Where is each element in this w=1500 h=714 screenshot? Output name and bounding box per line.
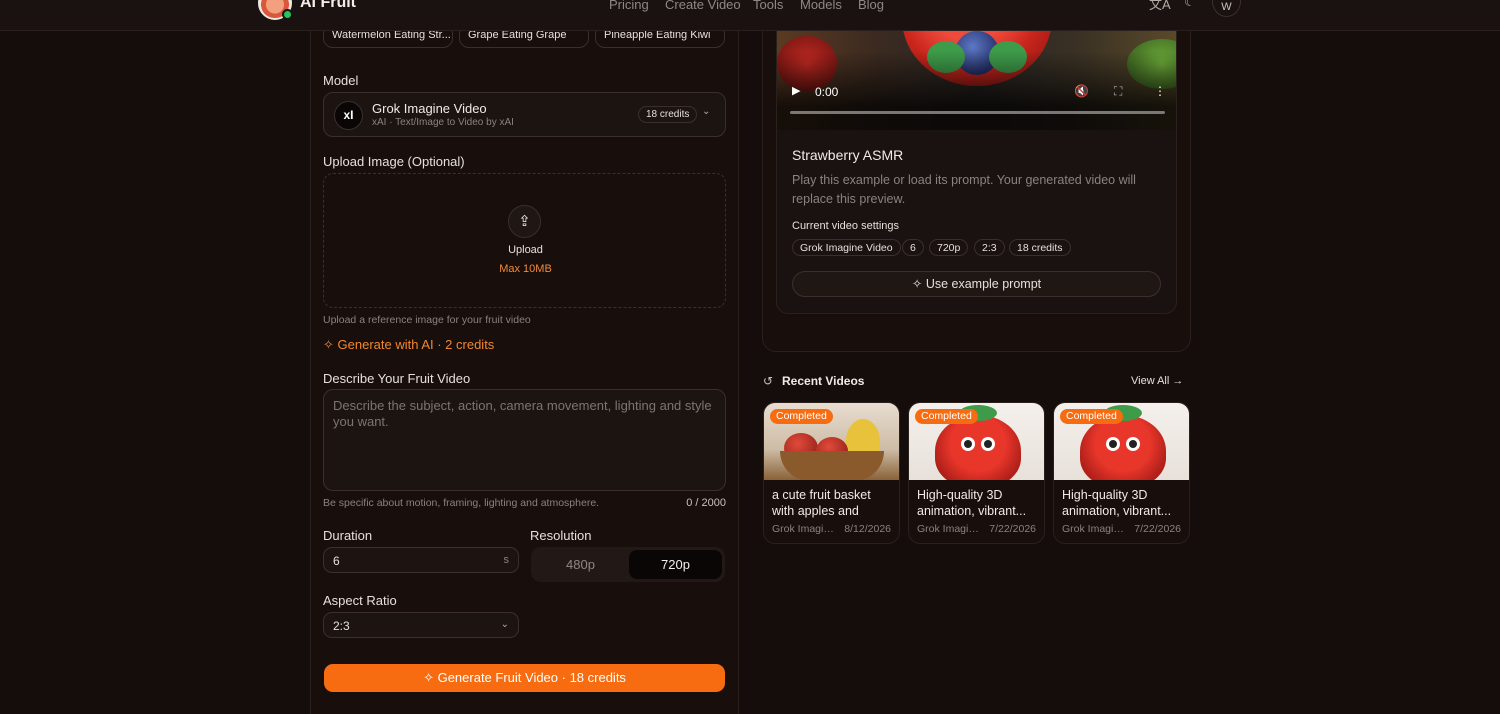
nav-link-tools[interactable]: Tools [753, 0, 783, 12]
chevron-down-icon: ⌄ [500, 619, 509, 630]
video-date: 8/12/2026 [844, 523, 891, 535]
setting-tag-aspect: 2:3 [974, 239, 1005, 256]
character-eye [1126, 437, 1140, 451]
theme-moon-icon[interactable]: ☾ [1184, 0, 1196, 10]
setting-tag-credits: 18 credits [1009, 239, 1071, 256]
resolution-option-480p[interactable]: 480p [534, 550, 627, 579]
recent-video-card[interactable]: Completed High-quality 3D animation, vib… [1053, 402, 1190, 544]
use-example-prompt-label: Use example prompt [925, 277, 1042, 291]
create-form-panel: Watermelon Eating Str... Grape Eating Gr… [310, 0, 739, 714]
sparkle-icon: ✧ [323, 337, 338, 352]
model-name: Grok Imagine Video [372, 101, 487, 116]
generate-video-button[interactable]: ✧ Generate Fruit Video · 18 credits [324, 664, 725, 692]
aspect-ratio-value: 2:3 [333, 619, 350, 633]
resolution-option-720p[interactable]: 720p [629, 550, 722, 579]
video-model: Grok Imagin... [1062, 523, 1126, 535]
video-date: 7/22/2026 [989, 523, 1036, 535]
history-icon: ↺ [763, 374, 774, 388]
brand-name[interactable]: AI Fruit [300, 0, 356, 12]
aspect-ratio-label: Aspect Ratio [323, 593, 397, 608]
duration-input[interactable]: 6 s [323, 547, 519, 573]
online-status-dot [282, 9, 293, 20]
nav-link-pricing[interactable]: Pricing [609, 0, 649, 12]
more-options-icon[interactable]: ⋮ [1154, 84, 1166, 98]
fullscreen-icon[interactable]: ⛶ [1114, 84, 1122, 99]
generate-with-ai-button[interactable]: ✧ Generate with AI · 2 credits [323, 337, 494, 353]
character-eye [981, 437, 995, 451]
model-credits-badge: 18 credits [638, 106, 698, 123]
recent-video-card[interactable]: Completed High-quality 3D animation, vib… [908, 402, 1045, 544]
example-description: Play this example or load its prompt. Yo… [792, 173, 1136, 206]
upload-button-label: Upload [508, 244, 543, 256]
character-eye [961, 437, 975, 451]
status-badge: Completed [770, 409, 833, 424]
character-eye [1106, 437, 1120, 451]
status-badge: Completed [1060, 409, 1123, 424]
aspect-ratio-select[interactable]: 2:3 ⌄ [323, 612, 519, 638]
video-title: High-quality 3D animation, vibrant... [1062, 488, 1172, 518]
strawberry-character [1080, 415, 1166, 480]
resolution-toggle: 480p 720p [531, 547, 725, 582]
settings-label: Current video settings [792, 220, 899, 232]
video-date: 7/22/2026 [1134, 523, 1181, 535]
upload-icon: ⇪ [508, 205, 541, 238]
user-avatar[interactable]: W [1212, 0, 1241, 17]
video-model: Grok Imagin... [917, 523, 981, 535]
mute-icon[interactable]: 🔇 [1074, 84, 1089, 98]
view-all-link[interactable]: View All → [1131, 375, 1183, 387]
setting-tag-resolution: 720p [929, 239, 969, 256]
resolution-label: Resolution [530, 528, 592, 543]
describe-hint: Be specific about motion, framing, light… [323, 497, 600, 509]
video-progress-bar[interactable] [790, 111, 1165, 114]
status-badge: Completed [915, 409, 978, 424]
generate-video-label: Generate Fruit Video · 18 credits [437, 670, 626, 685]
setting-tag-model: Grok Imagine Video [792, 239, 901, 256]
sparkle-icon: ✧ [423, 670, 438, 685]
upload-label: Upload Image (Optional) [323, 154, 465, 169]
nav-link-create-video[interactable]: Create Video [665, 0, 741, 12]
model-label: Model [323, 73, 359, 88]
translate-icon[interactable]: 文A [1149, 0, 1171, 13]
setting-tag-duration: 6 [902, 239, 924, 256]
generate-with-ai-label: Generate with AI · 2 credits [337, 337, 495, 352]
duration-label: Duration [323, 528, 373, 543]
nav-link-models[interactable]: Models [800, 0, 842, 12]
chevron-down-icon: ⌄ [702, 106, 711, 117]
model-description: xAI · Text/Image to Video by xAI [372, 117, 514, 128]
sparkle-icon: ✧ [911, 277, 926, 291]
video-title: High-quality 3D animation, vibrant... [917, 488, 1027, 518]
recent-videos-title: Recent Videos [782, 374, 865, 388]
nav-link-blog[interactable]: Blog [858, 0, 884, 12]
describe-label: Describe Your Fruit Video [323, 371, 471, 386]
basket [780, 451, 884, 480]
example-title: Strawberry ASMR [792, 147, 904, 163]
duration-unit: s [503, 554, 510, 566]
play-icon[interactable]: ▶ [792, 84, 800, 97]
upload-max-size: Max 10MB [499, 263, 552, 275]
video-model: Grok Imagin... [772, 523, 836, 535]
use-example-prompt-button[interactable]: ✧ Use example prompt [792, 271, 1161, 297]
model-select[interactable]: xI Grok Imagine Video xAI · Text/Image t… [323, 92, 726, 137]
strawberry-character [935, 415, 1021, 480]
duration-value: 6 [333, 554, 340, 568]
xai-logo-icon: xI [334, 101, 363, 130]
character-counter: 0 / 2000 [686, 497, 726, 509]
prompt-textarea[interactable]: Describe the subject, action, camera mov… [323, 389, 726, 491]
video-title: a cute fruit basket with apples and bana… [772, 488, 871, 518]
video-time: 0:00 [815, 85, 839, 99]
upload-dropzone[interactable]: ⇪ Upload Max 10MB [323, 173, 726, 308]
upload-hint: Upload a reference image for your fruit … [323, 314, 531, 326]
recent-video-card[interactable]: Completed a cute fruit basket with apple… [763, 402, 900, 544]
example-preview: ▶ 0:00 🔇 ⛶ ⋮ Strawberry ASMR Play this e… [776, 0, 1177, 314]
top-nav: AI Fruit Pricing Create Video Tools Mode… [0, 0, 1500, 31]
